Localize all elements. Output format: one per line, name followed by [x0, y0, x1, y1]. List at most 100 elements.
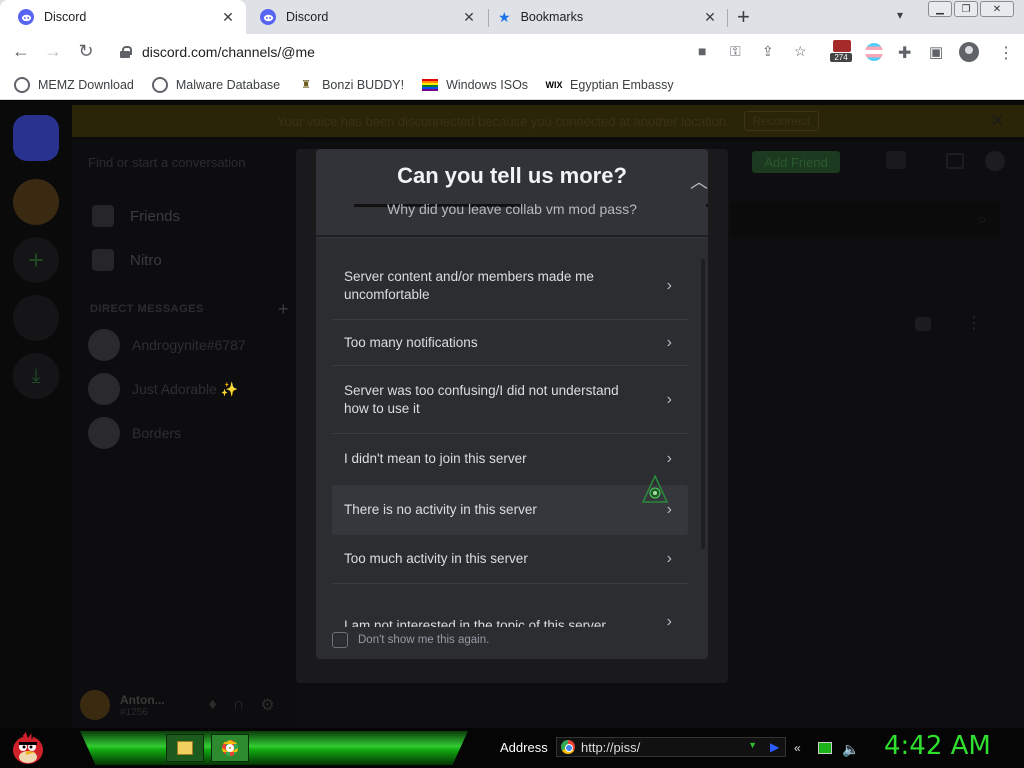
bookmark-malware-database[interactable]: Malware Database	[151, 76, 281, 93]
reason-option[interactable]: I am not interested in the topic of this…	[332, 591, 688, 627]
leave-feedback-modal: Can you tell us more? Why did you leave …	[316, 149, 708, 659]
bookmark-memz[interactable]: MEMZ Download	[14, 76, 134, 93]
friends-search-input[interactable]	[730, 201, 1000, 237]
nav-nitro[interactable]: Nitro	[92, 249, 162, 271]
checkbox[interactable]	[332, 632, 348, 648]
discord-app: + ⤓ Your voice has been disconnected bec…	[0, 101, 1024, 728]
create-dm-icon[interactable]: +	[278, 299, 289, 320]
microphone-icon[interactable]: ♦	[209, 696, 217, 714]
share-icon[interactable]: ⇪	[762, 43, 774, 60]
bookmark-star-icon[interactable]: ☆	[794, 43, 807, 60]
reason-option[interactable]: Server content and/or members made me un…	[332, 259, 688, 313]
banner-close-icon[interactable]: ✕	[991, 111, 1004, 131]
explore-icon[interactable]	[13, 295, 59, 341]
angry-bird-start-icon[interactable]	[8, 730, 46, 766]
camera-icon[interactable]: ■	[698, 43, 706, 59]
taskbar-quicklaunch-strip	[80, 731, 468, 765]
user-avatar[interactable]	[80, 690, 110, 720]
chevron-right-icon: ›	[666, 613, 672, 627]
render-artifact	[316, 235, 708, 237]
tab-close-icon[interactable]: ✕	[220, 9, 236, 26]
tray-arrow-icon[interactable]: «	[794, 741, 801, 755]
browser-tabstrip: Discord ✕ Discord ✕ ★ Bookmarks ✕ + ▾ ▁ …	[0, 0, 1024, 34]
discord-icon	[18, 9, 34, 25]
reason-label: Too many notifications	[344, 335, 478, 350]
headphones-icon[interactable]: ∩	[233, 696, 245, 714]
chevron-right-icon: ›	[666, 334, 672, 351]
modal-header: Can you tell us more? Why did you leave …	[316, 149, 708, 239]
profile-avatar[interactable]	[959, 42, 979, 62]
new-group-dm-icon[interactable]	[886, 151, 906, 169]
settings-gear-icon[interactable]: ⚙	[260, 695, 274, 715]
nav-label: Friends	[130, 207, 181, 225]
nav-friends[interactable]: Friends	[92, 205, 180, 227]
divider	[332, 433, 688, 434]
dm-search-input[interactable]: Find or start a conversation	[88, 155, 246, 170]
add-friend-button[interactable]: Add Friend	[752, 151, 840, 173]
chevron-up-icon[interactable]: ︿	[690, 168, 708, 194]
bookmark-bonzi[interactable]: ♜ Bonzi BUDDY!	[298, 77, 404, 93]
server-icon[interactable]	[13, 179, 59, 225]
avatar	[88, 373, 120, 405]
side-panel-icon[interactable]: ▣	[929, 43, 943, 61]
search-icon: ⌕	[978, 211, 987, 228]
reason-option[interactable]: Too many notifications ›	[332, 325, 688, 361]
tab-close-icon[interactable]: ✕	[461, 9, 477, 26]
more-menu-icon[interactable]: ⋮	[998, 43, 1014, 63]
message-icon[interactable]	[915, 317, 931, 331]
user-name: Anton...	[120, 692, 165, 707]
inbox-icon[interactable]	[946, 153, 964, 169]
tab-discord-1[interactable]: Discord ✕	[0, 0, 246, 34]
dont-show-again-option[interactable]: Don't show me this again.	[332, 632, 489, 648]
trans-flag-extension-icon[interactable]	[865, 43, 883, 61]
reason-option[interactable]: Too much activity in this server ›	[332, 541, 688, 577]
dm-item[interactable]: Just Adorable ✨	[88, 373, 238, 405]
forward-arrow-icon[interactable]: →	[42, 41, 64, 62]
tab-discord-2[interactable]: Discord ✕	[242, 0, 487, 34]
go-arrow-icon[interactable]: ▶	[770, 740, 779, 754]
bookmark-label: Egyptian Embassy	[570, 77, 674, 92]
address-toolbar-label: Address	[500, 740, 548, 755]
taskbar-folder-button[interactable]	[166, 734, 204, 762]
dm-item[interactable]: Borders	[88, 417, 181, 449]
bookmark-windows-isos[interactable]: Windows ISOs	[422, 78, 528, 92]
taskbar-clock[interactable]: 4:42 AM	[884, 731, 991, 761]
taskbar-chrome-button[interactable]	[211, 734, 249, 762]
taskbar-address-input[interactable]: http://piss/ ▼	[556, 737, 786, 757]
restore-button[interactable]: ❐	[954, 1, 978, 17]
tab-title: Discord	[286, 10, 329, 24]
add-server-icon[interactable]: +	[13, 237, 59, 283]
extension-calendar-icon[interactable]: 274	[830, 40, 852, 64]
reload-icon[interactable]: ↻	[75, 41, 97, 62]
volume-icon[interactable]: 🔈	[842, 741, 859, 758]
puzzle-extensions-icon[interactable]: ✚	[898, 43, 911, 63]
divider	[332, 319, 688, 320]
minimize-button[interactable]: ▁	[928, 1, 952, 17]
network-icon[interactable]	[818, 742, 832, 754]
address-bar[interactable]: discord.com/channels/@me	[110, 38, 822, 66]
reconnect-button[interactable]: Reconnect	[743, 111, 820, 131]
dm-item[interactable]: Androgynite#6787	[88, 329, 246, 361]
more-options-icon[interactable]: ⋮	[966, 313, 982, 333]
tab-close-icon[interactable]: ✕	[702, 9, 718, 26]
extension-badge-count: 274	[830, 53, 852, 62]
tab-bookmarks[interactable]: ★ Bookmarks ✕	[480, 0, 728, 34]
new-tab-button[interactable]: +	[737, 4, 750, 30]
scrollbar[interactable]	[701, 259, 705, 549]
close-window-button[interactable]: ✕	[980, 1, 1014, 17]
reason-option-hovered[interactable]: There is no activity in this server ›	[332, 485, 688, 535]
bookmark-label: Malware Database	[175, 77, 281, 92]
download-icon[interactable]: ⤓	[13, 353, 59, 399]
discord-home-button[interactable]	[13, 115, 59, 161]
tab-search-chevron-icon[interactable]: ▾	[897, 8, 903, 22]
screen: Discord ✕ Discord ✕ ★ Bookmarks ✕ + ▾ ▁ …	[0, 0, 1024, 768]
bookmark-egyptian-embassy[interactable]: WIX Egyptian Embassy	[546, 77, 674, 93]
help-icon[interactable]	[985, 151, 1005, 171]
banner-text: Your voice has been disconnected because…	[276, 113, 730, 129]
reason-option[interactable]: I didn't mean to join this server ›	[332, 441, 688, 477]
key-icon[interactable]: ⚿	[730, 43, 741, 60]
bookmark-label: Bonzi BUDDY!	[322, 77, 405, 92]
dropdown-arrow-icon[interactable]: ▼	[748, 740, 757, 750]
back-arrow-icon[interactable]: ←	[10, 41, 32, 62]
reason-option[interactable]: Server was too confusing/I did not under…	[332, 373, 688, 427]
